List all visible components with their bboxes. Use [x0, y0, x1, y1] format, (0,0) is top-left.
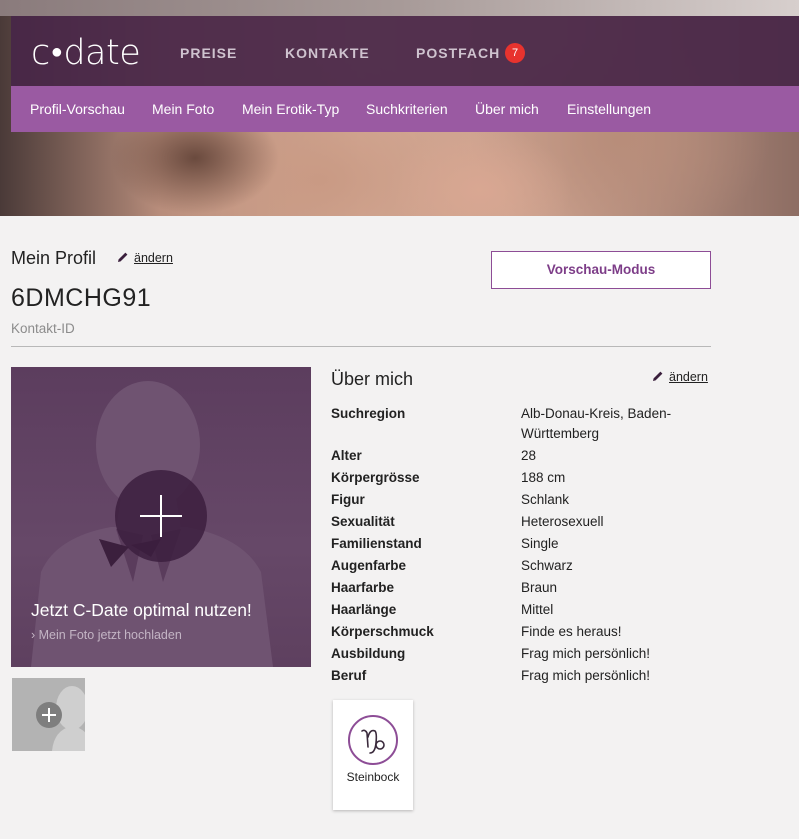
- attr-label-figur: Figur: [331, 492, 365, 507]
- about-section-title: Über mich: [331, 369, 414, 389]
- attr-value-familienstand: Single: [521, 536, 559, 551]
- attr-label-haarlaenge: Haarlänge: [331, 602, 397, 617]
- edit-label: ändern: [134, 251, 173, 265]
- attr-label-familienstand: Familienstand: [331, 536, 422, 551]
- subnav-einstellungen[interactable]: Einstellungen: [567, 101, 651, 117]
- capricorn-glyph: [361, 729, 385, 754]
- profile-subnav: Profil-Vorschau Mein Foto Mein Erotik-Ty…: [11, 86, 799, 132]
- page-title: Mein Profil: [11, 248, 97, 268]
- zodiac-card: Steinbock: [333, 700, 413, 810]
- attr-label-haarfarbe: Haarfarbe: [331, 580, 395, 595]
- upload-photo-link[interactable]: › Mein Foto jetzt hochladen: [31, 628, 182, 642]
- preview-mode-button[interactable]: Vorschau-Modus: [491, 251, 711, 289]
- attr-label-koerpergroesse: Körpergrösse: [331, 470, 420, 485]
- attr-value-suchregion: Alb-Donau-Kreis, Baden-Württemberg: [521, 406, 672, 441]
- upload-photo-label: Mein Foto jetzt hochladen: [38, 628, 182, 642]
- add-thumbnail-icon[interactable]: [36, 702, 62, 728]
- attr-value-figur: Schlank: [521, 492, 570, 507]
- edit-about-link[interactable]: ändern: [652, 370, 708, 384]
- add-photo-icon[interactable]: [115, 470, 207, 562]
- edit-profile-link[interactable]: ändern: [117, 251, 173, 265]
- attr-value-haarfarbe: Braun: [521, 580, 558, 595]
- attr-label-ausbildung: Ausbildung: [331, 646, 406, 661]
- postfach-count-badge: 7: [505, 43, 525, 63]
- top-navigation-bar: c●date PREISE KONTAKTE POSTFACH 7: [11, 16, 799, 86]
- contact-id-value: 6DMCHG91: [11, 284, 152, 312]
- divider: [11, 346, 711, 347]
- photo-cta-text: Jetzt C-Date optimal nutzen!: [31, 600, 252, 620]
- attr-label-suchregion: Suchregion: [331, 406, 406, 421]
- subnav-mein-foto[interactable]: Mein Foto: [152, 101, 214, 117]
- subnav-profil-vorschau[interactable]: Profil-Vorschau: [30, 101, 125, 117]
- cdate-logo[interactable]: c●date: [31, 32, 141, 72]
- attr-value-sexualitaet: Heterosexuell: [521, 514, 604, 529]
- attr-value-beruf: Frag mich persönlich!: [521, 668, 651, 683]
- attr-value-koerperschmuck: Finde es heraus!: [521, 624, 622, 639]
- edit-label: ändern: [669, 370, 708, 384]
- attr-value-haarlaenge: Mittel: [521, 602, 554, 617]
- attr-value-augenfarbe: Schwarz: [521, 558, 573, 573]
- contact-id-label: Kontakt-ID: [11, 321, 75, 336]
- nav-preise[interactable]: PREISE: [180, 45, 237, 61]
- attr-label-alter: Alter: [331, 448, 362, 463]
- nav-postfach[interactable]: POSTFACH: [416, 45, 500, 61]
- attr-value-ausbildung: Frag mich persönlich!: [521, 646, 651, 661]
- chevron-right-icon: ›: [31, 628, 39, 642]
- attr-value-koerpergroesse: 188 cm: [521, 470, 566, 485]
- pencil-icon: [653, 371, 663, 381]
- subnav-ueber-mich[interactable]: Über mich: [475, 101, 539, 117]
- hero-top-strip: [0, 0, 799, 16]
- pencil-icon: [118, 252, 128, 262]
- subnav-suchkriterien[interactable]: Suchkriterien: [366, 101, 448, 117]
- nav-kontakte[interactable]: KONTAKTE: [285, 45, 370, 61]
- attr-label-sexualitaet: Sexualität: [331, 514, 395, 529]
- attr-label-beruf: Beruf: [331, 668, 367, 683]
- attr-label-augenfarbe: Augenfarbe: [331, 558, 407, 573]
- photo-thumbnail-slot[interactable]: [12, 678, 85, 751]
- capricorn-icon: [348, 715, 398, 765]
- attr-value-alter: 28: [521, 448, 537, 463]
- attr-label-koerperschmuck: Körperschmuck: [331, 624, 434, 639]
- profile-photo-placeholder[interactable]: Jetzt C-Date optimal nutzen! › Mein Foto…: [11, 367, 311, 667]
- subnav-mein-erotik-typ[interactable]: Mein Erotik-Typ: [242, 101, 339, 117]
- zodiac-label: Steinbock: [346, 770, 400, 784]
